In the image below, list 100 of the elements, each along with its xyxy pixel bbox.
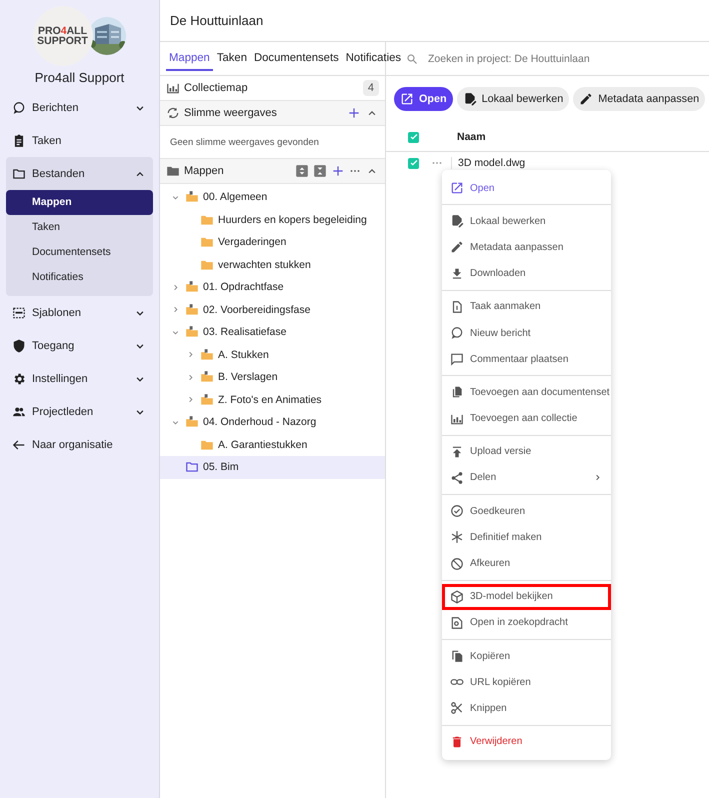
add-icon[interactable] [347,106,361,120]
menu-item[interactable]: Kopiëren [442,643,611,670]
menu-item[interactable]: Afkeuren [442,550,611,577]
menu-item[interactable]: Open in zoekopdracht [442,610,611,636]
folder-row[interactable]: 04. Onderhoud - Nazorg [160,411,385,434]
folder-icon [12,166,26,180]
menu-item[interactable]: Metadata aanpassen [442,234,611,261]
nav-item[interactable]: Taken [6,124,153,157]
collapse-all-icon [313,164,327,178]
menu-item[interactable]: Definitief maken [442,524,611,550]
folder-icon [200,348,214,362]
document-edit-icon [462,92,477,106]
count-badge: 4 [362,80,379,96]
folder-row[interactable]: verwachten stukken [160,254,385,276]
document-search-icon [450,616,464,630]
nav-subitem[interactable]: Taken [6,215,153,240]
folder-row[interactable]: Huurders en kopers begeleiding [160,208,385,231]
folder-icon [200,392,214,407]
cube-icon [450,590,464,604]
table-cell: 3D model.dwg [458,157,526,169]
nav-item[interactable]: Berichten [6,91,153,124]
clipboard-icon [12,134,26,148]
toolbar-button[interactable]: Metadata aanpassen [573,87,706,111]
plus-icon [347,106,361,120]
folder-row[interactable]: A. Stukken [160,344,385,366]
menu-item[interactable]: Delen [442,464,611,492]
checkbox[interactable] [408,132,419,142]
folder-row[interactable]: Z. Foto's en Animaties [160,388,385,411]
menu-item[interactable]: Open [442,175,611,202]
chat-bubble-icon [450,326,464,340]
tab[interactable]: Taken [214,46,250,71]
plus-icon [331,164,345,178]
copy-icon [450,649,464,664]
menu-item[interactable]: Goedkeuren [442,498,611,524]
download-icon [450,266,464,281]
nav-item[interactable]: Projectleden [6,395,153,428]
search-field[interactable]: Zoeken in project: De Houttuinlaan [426,52,690,66]
gear-icon [12,372,26,386]
nav-subitem[interactable]: Mappen [6,190,153,215]
expand-all-icon [295,164,309,178]
section-label[interactable]: Collectiemap [184,82,359,94]
folder-row[interactable]: Vergaderingen [160,231,385,254]
checkbox[interactable] [408,158,419,168]
folder-row[interactable]: B. Verslagen [160,366,385,388]
template-icon [12,306,26,320]
folder-icon [185,280,199,294]
menu-item[interactable]: Lokaal bewerken [442,208,611,234]
tab[interactable]: Documentensets [250,46,342,71]
nav-subitem[interactable]: Documentensets [6,240,153,265]
chat-bubble-icon [12,100,26,114]
menu-item[interactable]: URL kopiëren [442,669,611,696]
share-icon [450,470,464,485]
shield-icon [12,338,26,352]
menu-item[interactable]: Knippen [442,695,611,722]
nav-subitem[interactable]: Notificaties [6,265,153,290]
comment-icon [450,352,464,366]
menu-item[interactable]: Toevoegen aan documentenset [442,379,611,406]
folder-row[interactable]: 02. Voorbereidingsfase [160,298,385,321]
search-icon [406,52,418,64]
arrow-left-icon [12,438,26,452]
folder-row[interactable]: A. Garantiestukken [160,434,385,456]
menu-item[interactable]: Taak aanmaken [442,294,611,320]
people-icon [12,404,26,418]
menu-item[interactable]: Nieuw bericht [442,320,611,346]
open-external-icon [400,92,414,106]
menu-item[interactable]: Commentaar plaatsen [442,346,611,372]
nav-item[interactable]: Instellingen [6,362,153,395]
document-icon [450,300,464,314]
document-edit-icon [450,214,464,228]
folder-icon [185,302,199,317]
folder-icon [185,325,199,340]
nav-item[interactable]: Naar organisatie [6,428,153,461]
folder-row[interactable]: 01. Opdrachtfase [160,276,385,298]
nav-item[interactable]: Toegang [6,329,153,362]
organization-name: Pro4all Support [34,70,126,85]
menu-item[interactable]: Downloaden [442,260,611,287]
menu-item[interactable]: 3D-model bekijken [442,584,611,610]
folder-row[interactable]: 03. Realisatiefase [160,321,385,344]
menu-item[interactable]: Upload versie [442,438,611,465]
tab[interactable]: Notificaties [342,46,404,71]
toolbar-button[interactable]: Lokaal bewerken [456,87,570,111]
folder-icon [200,235,214,250]
folder-icon [185,415,199,430]
nav-item[interactable]: Sjablonen [6,296,153,329]
refresh-search-icon [166,106,180,120]
add-icon[interactable] [331,164,345,178]
tab[interactable]: Mappen [166,46,213,71]
check-icon [408,132,418,142]
toolbar-button[interactable]: Open [394,87,453,111]
folder-icon [185,460,199,474]
open-external-icon [450,181,464,196]
nav-item[interactable]: Bestanden [6,157,153,190]
check-circle-icon [450,504,464,518]
folder-row[interactable]: 00. Algemeen [160,186,385,208]
column-header[interactable]: Naam [457,131,486,143]
menu-item[interactable]: Verwijderen [442,728,611,755]
upload-icon [450,444,464,459]
scissors-icon [450,701,464,716]
folder-row[interactable]: 05. Bim [160,456,385,478]
menu-item[interactable]: Toevoegen aan collectie [442,406,611,432]
